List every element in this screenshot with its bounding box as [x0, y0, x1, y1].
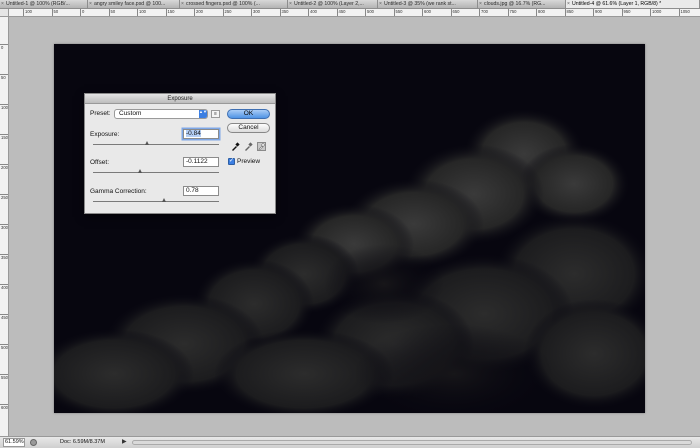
status-menu-arrow-icon[interactable]: ▶	[122, 437, 127, 448]
ruler-tick-label: 100	[0, 104, 8, 110]
preset-label: Preset:	[90, 110, 111, 117]
zoom-field[interactable]: 61.59%	[3, 438, 25, 447]
tab-label: clouds.jpg @ 16.7% (RG...	[484, 1, 546, 7]
ruler-tick-label: 700	[479, 9, 488, 16]
ruler-tick-label: 0	[0, 44, 8, 50]
ruler-tick-label: 450	[0, 314, 8, 320]
cancel-button[interactable]: Cancel	[227, 123, 270, 133]
ruler-tick-label: 200	[194, 9, 203, 16]
ruler-tick-label: 100	[23, 9, 32, 16]
ruler-tick-label: 400	[308, 9, 317, 16]
ruler-tick-label: 500	[365, 9, 374, 16]
ruler-tick-label: 450	[336, 9, 346, 16]
ruler-tick-label: 900	[593, 9, 602, 16]
tab-label: angry smiley face.psd @ 100...	[94, 1, 166, 7]
canvas-area[interactable]	[9, 17, 700, 436]
ruler-tick-label: 100	[137, 9, 146, 16]
horizontal-ruler[interactable]: 100 50 0 50 100 150 200 250 300 350 400 450 500 550 60…	[9, 9, 700, 17]
exposure-slider-thumb[interactable]	[145, 141, 149, 145]
close-tab-icon[interactable]: ×	[479, 0, 482, 8]
ruler-tick-label: 50	[108, 9, 115, 16]
ruler-tick-label: 950	[621, 9, 631, 16]
ruler-tick-label: 1000	[650, 9, 661, 16]
preview-checkbox[interactable]: ✓	[228, 158, 235, 165]
ruler-tick-label: 600	[422, 9, 431, 16]
offset-slider-thumb[interactable]	[138, 169, 142, 173]
ruler-tick-label: 850	[564, 9, 574, 16]
ruler-tick-label: 150	[165, 9, 175, 16]
ruler-tick-label: 350	[279, 9, 289, 16]
ruler-tick-label: 800	[536, 9, 545, 16]
gamma-label: Gamma Correction:	[90, 188, 147, 195]
tab-label: crossed fingers.psd @ 100% (...	[186, 1, 260, 7]
ruler-tick-label: 300	[251, 9, 260, 16]
offset-label: Offset:	[90, 159, 110, 166]
offset-slider-track[interactable]	[93, 172, 219, 173]
exposure-value: -0.84	[186, 130, 201, 137]
gamma-input[interactable]: 0.78	[183, 186, 219, 196]
eyedropper-black-icon[interactable]	[231, 142, 240, 151]
ruler-tick-label: 750	[507, 9, 517, 16]
eyedropper-white-icon[interactable]	[257, 142, 266, 151]
document-tab[interactable]: × Untitled-2 @ 100% (Layer 2,...	[288, 0, 378, 8]
exposure-label: Exposure:	[90, 131, 120, 138]
preset-select[interactable]: Custom ▲▼	[114, 109, 208, 119]
gamma-slider-thumb[interactable]	[162, 198, 166, 202]
document-tab[interactable]: × Untitled-1 @ 100% (RGB/...	[0, 0, 88, 8]
document-tab-bar: × Untitled-1 @ 100% (RGB/... × angry smiley…	[0, 0, 700, 9]
ruler-tick-label: 550	[393, 9, 403, 16]
ruler-tick-label: 600	[0, 404, 8, 410]
tab-label: Untitled-3 @ 35% (we rank st...	[384, 1, 456, 7]
ruler-tick-label: 1050	[678, 9, 690, 16]
close-tab-icon[interactable]: ×	[567, 0, 570, 8]
ruler-tick-label: 300	[0, 224, 8, 230]
close-tab-icon[interactable]: ×	[181, 0, 184, 8]
ruler-tick-label: 650	[450, 9, 460, 16]
tab-label: Untitled-2 @ 100% (Layer 2,...	[294, 1, 364, 7]
ruler-tick-label: 500	[0, 344, 8, 350]
eyedropper-gray-icon[interactable]	[244, 142, 253, 151]
select-stepper-icon: ▲▼	[199, 110, 207, 118]
vertical-ruler[interactable]: 0 50 100 150 200 250 300 350 400 450 500 550 600	[0, 17, 9, 436]
ruler-tick-label: 250	[222, 9, 232, 16]
document-tab[interactable]: × Untitled-4 @ 61.6% (Layer 1, RGB/8) *	[566, 0, 700, 8]
document-tab[interactable]: × angry smiley face.psd @ 100...	[88, 0, 180, 8]
close-tab-icon[interactable]: ×	[379, 0, 382, 8]
ruler-tick-label: 400	[0, 284, 8, 290]
ruler-tick-label: 250	[0, 194, 8, 200]
tab-label: Untitled-1 @ 100% (RGB/...	[6, 1, 70, 7]
exposure-slider-track[interactable]	[93, 144, 219, 145]
ruler-origin[interactable]	[0, 9, 9, 17]
preset-value: Custom	[119, 110, 142, 117]
offset-input[interactable]: -0.1122	[183, 157, 219, 167]
gamma-slider-track[interactable]	[93, 201, 219, 202]
ruler-tick-label: 150	[0, 134, 8, 140]
close-tab-icon[interactable]: ×	[89, 0, 92, 8]
exposure-input[interactable]: -0.84	[183, 129, 219, 139]
dialog-title[interactable]: Exposure	[85, 94, 275, 104]
document-tab[interactable]: × crossed fingers.psd @ 100% (...	[180, 0, 288, 8]
ruler-tick-label: 200	[0, 164, 8, 170]
document-tab[interactable]: × clouds.jpg @ 16.7% (RG...	[478, 0, 566, 8]
preview-label: Preview	[237, 158, 261, 165]
ruler-tick-label: 0	[80, 9, 84, 16]
status-globe-icon[interactable]	[30, 439, 37, 446]
close-tab-icon[interactable]: ×	[1, 0, 4, 8]
status-bar: 61.59% Doc: 6.59M/8.37M ▶	[0, 436, 700, 448]
ok-button[interactable]: OK	[227, 109, 270, 119]
horizontal-scrollbar[interactable]	[132, 440, 692, 445]
preset-options-icon[interactable]: ≡	[211, 110, 220, 118]
tab-label: Untitled-4 @ 61.6% (Layer 1, RGB/8) *	[572, 1, 662, 7]
ruler-tick-label: 550	[0, 374, 8, 380]
ruler-tick-label: 50	[0, 74, 8, 80]
ruler-tick-label: 50	[51, 9, 58, 16]
ruler-tick-label: 350	[0, 254, 8, 260]
document-tab[interactable]: × Untitled-3 @ 35% (we rank st...	[378, 0, 478, 8]
exposure-dialog: Exposure Preset: Custom ▲▼ ≡ Exposure: -…	[84, 93, 276, 214]
document-size: Doc: 6.59M/8.37M	[60, 439, 105, 445]
close-tab-icon[interactable]: ×	[289, 0, 292, 8]
